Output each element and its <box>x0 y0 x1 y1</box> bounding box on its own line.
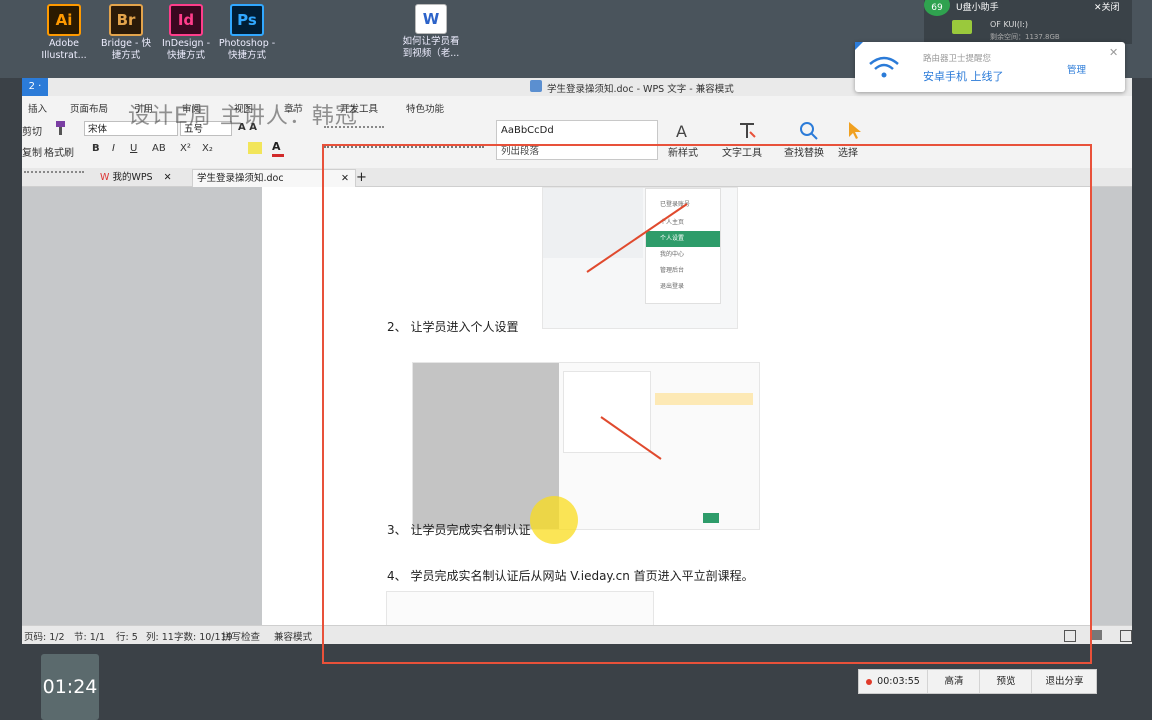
tab-label: 我的WPS <box>112 172 153 183</box>
bold-button[interactable]: B <box>92 143 100 154</box>
page-view-icon[interactable] <box>1092 630 1102 640</box>
step-2-text: 2、 让学员进入个人设置 <box>387 320 519 334</box>
format-painter-icon[interactable] <box>50 120 68 136</box>
format-painter-button[interactable]: 格式刷 <box>44 144 74 159</box>
step-4-text: 4、 学员完成实名制认证后从网站 V.ieday.cn 首页进入平立剖课程。 <box>387 569 754 583</box>
strikethrough-button[interactable]: AB <box>152 143 166 154</box>
shortcut-label: 如何让学员看 <box>402 36 460 47</box>
usb-drive-detail: 剩余空间：1137.8GB <box>990 33 1060 41</box>
text-tools-button[interactable]: 文字工具 <box>722 144 762 159</box>
photoshop-icon: Ps <box>230 4 264 36</box>
notification-message: 安卓手机 上线了 <box>923 70 1004 83</box>
find-replace-button[interactable]: 查找替换 <box>784 144 824 159</box>
settings-submit-image <box>703 513 719 523</box>
font-color-icon[interactable]: A <box>272 141 284 157</box>
usb-drive-name: OF KUI(I:) <box>990 20 1028 29</box>
red-arrow-annotation <box>600 416 662 460</box>
photoshop-shortcut[interactable]: Ps Photoshop - 快捷方式 <box>211 4 283 62</box>
embedded-screenshot-homepage <box>386 591 654 625</box>
presenter-watermark: 设计E周 主讲人：韩冠 <box>128 104 358 129</box>
step-3-text: 3、 让学员完成实名制认证 <box>387 523 531 537</box>
paragraph-align-icons[interactable] <box>324 146 484 158</box>
notification-corner <box>855 42 863 50</box>
cursor-highlight <box>530 496 578 544</box>
notification-manage-link[interactable]: 管理 <box>1067 62 1086 76</box>
embedded-screenshot-settings <box>412 362 760 530</box>
usb-assistant-close-button[interactable]: ✕关闭 <box>1094 0 1120 13</box>
new-style-icon: A <box>676 122 687 141</box>
word-doc-shortcut[interactable]: W 如何让学员看 到视频（老... <box>394 4 468 60</box>
tab-close-button[interactable]: ✕ <box>164 172 172 183</box>
copy-button[interactable]: 复制 <box>22 144 42 159</box>
word-document-icon: W <box>415 4 447 34</box>
recording-duration: 00:03:55 <box>859 670 927 693</box>
document-tab-bar: W 我的WPS ✕ 学生登录操须知.doc ✕ + <box>22 168 1132 187</box>
document-icon <box>530 80 542 92</box>
status-row: 行: 5 <box>116 632 138 643</box>
compat-mode-label: 兼容模式 <box>274 632 313 643</box>
superscript-button[interactable]: X² <box>180 143 191 154</box>
indesign-icon: Id <box>169 4 203 36</box>
quick-access-icons[interactable] <box>24 171 84 185</box>
usb-assistant-panel: 69 U盘小助手 ✕关闭 OF KUI(I:) 剩余空间：1137.8GB <box>924 0 1132 44</box>
status-section: 节: 1/1 <box>74 632 106 643</box>
window-title: 学生登录操须知.doc - WPS 文字 - 兼容模式 <box>547 84 734 95</box>
italic-button[interactable]: I <box>112 143 115 154</box>
select-button[interactable]: 选择 <box>838 144 858 159</box>
menu-image-item: 退出登录 <box>660 283 685 290</box>
notification-title: 路由器卫士提醒您 <box>923 54 992 64</box>
status-bar: 页码: 1/2 节: 1/1 行: 5 列: 11 字数: 10/119 拼写检… <box>22 625 1132 644</box>
subscript-button[interactable]: X₂ <box>202 143 213 154</box>
fullscreen-icon[interactable] <box>1064 630 1076 642</box>
new-tab-button[interactable]: + <box>356 169 367 186</box>
underline-button[interactable]: U <box>130 143 137 154</box>
find-replace-icon <box>798 120 820 140</box>
status-column: 列: 11 <box>146 632 174 643</box>
tab-close-button[interactable]: ✕ <box>341 170 349 187</box>
wifi-icon <box>869 56 899 78</box>
web-view-icon[interactable] <box>1120 630 1132 642</box>
menu-insert[interactable]: 插入 <box>28 101 47 115</box>
usb-badge: 69 <box>924 0 950 16</box>
tab-current-document[interactable]: 学生登录操须知.doc ✕ <box>192 169 356 187</box>
usb-assistant-title: U盘小助手 <box>956 3 999 13</box>
spell-check-button[interactable]: 拼写检查 <box>222 629 260 643</box>
illustrator-icon: Ai <box>47 4 81 36</box>
document-page[interactable]: 已登录账号 个人主页 个人设置 我的中心 管理后台 退出登录 2、 让学员进入个… <box>262 187 1090 625</box>
wps-writer-window: 2 · 学生登录操须知.doc - WPS 文字 - 兼容模式 插入 页面布局 … <box>22 78 1132 644</box>
exit-share-button[interactable]: 退出分享 <box>1031 670 1097 693</box>
wps-logo-icon: W <box>100 172 110 183</box>
tab-label: 学生登录操须知.doc <box>197 173 284 184</box>
preview-button[interactable]: 预览 <box>979 670 1032 693</box>
new-style-button[interactable]: 新样式 <box>668 144 698 159</box>
bridge-icon: Br <box>109 4 143 36</box>
document-workspace: 已登录账号 个人主页 个人设置 我的中心 管理后台 退出登录 2、 让学员进入个… <box>22 187 1132 625</box>
shortcut-label: 快捷方式 <box>227 50 266 61</box>
menu-page-layout[interactable]: 页面布局 <box>70 101 108 115</box>
quality-button[interactable]: 高清 <box>927 670 980 693</box>
highlight-icon[interactable] <box>248 142 262 154</box>
recording-time: 00:03:55 <box>877 676 920 687</box>
screen-share-controls: 00:03:55 高清 预览 退出分享 <box>858 669 1097 694</box>
style-gallery[interactable]: AaBbCcDd 列出段落 <box>496 120 658 160</box>
cut-button[interactable]: 剪切 <box>22 123 42 138</box>
notification-close-button[interactable]: ✕ <box>1109 46 1118 59</box>
shortcut-label: 到视频（老... <box>402 48 460 59</box>
text-tools-icon <box>736 120 758 140</box>
shortcut-label: Photoshop - <box>218 38 276 49</box>
usb-drive-icon <box>952 20 972 34</box>
video-timer: 01:24 <box>41 654 99 720</box>
router-notification: 路由器卫士提醒您 安卓手机 上线了 管理 ✕ <box>855 42 1125 92</box>
style-name: 列出段落 <box>501 146 540 157</box>
settings-notice-bar <box>655 393 753 405</box>
wps-app-button[interactable]: 2 · <box>22 78 48 96</box>
embedded-screenshot-menu: 已登录账号 个人主页 个人设置 我的中心 管理后台 退出登录 <box>542 187 738 329</box>
style-preview: AaBbCcDd <box>501 125 554 136</box>
menu-special[interactable]: 特色功能 <box>406 101 444 115</box>
tab-my-wps[interactable]: W 我的WPS ✕ <box>100 169 192 186</box>
record-dot-icon <box>866 678 873 685</box>
status-page: 页码: 1/2 <box>24 632 65 643</box>
red-arrow-annotation <box>586 203 688 273</box>
select-icon <box>846 120 864 140</box>
